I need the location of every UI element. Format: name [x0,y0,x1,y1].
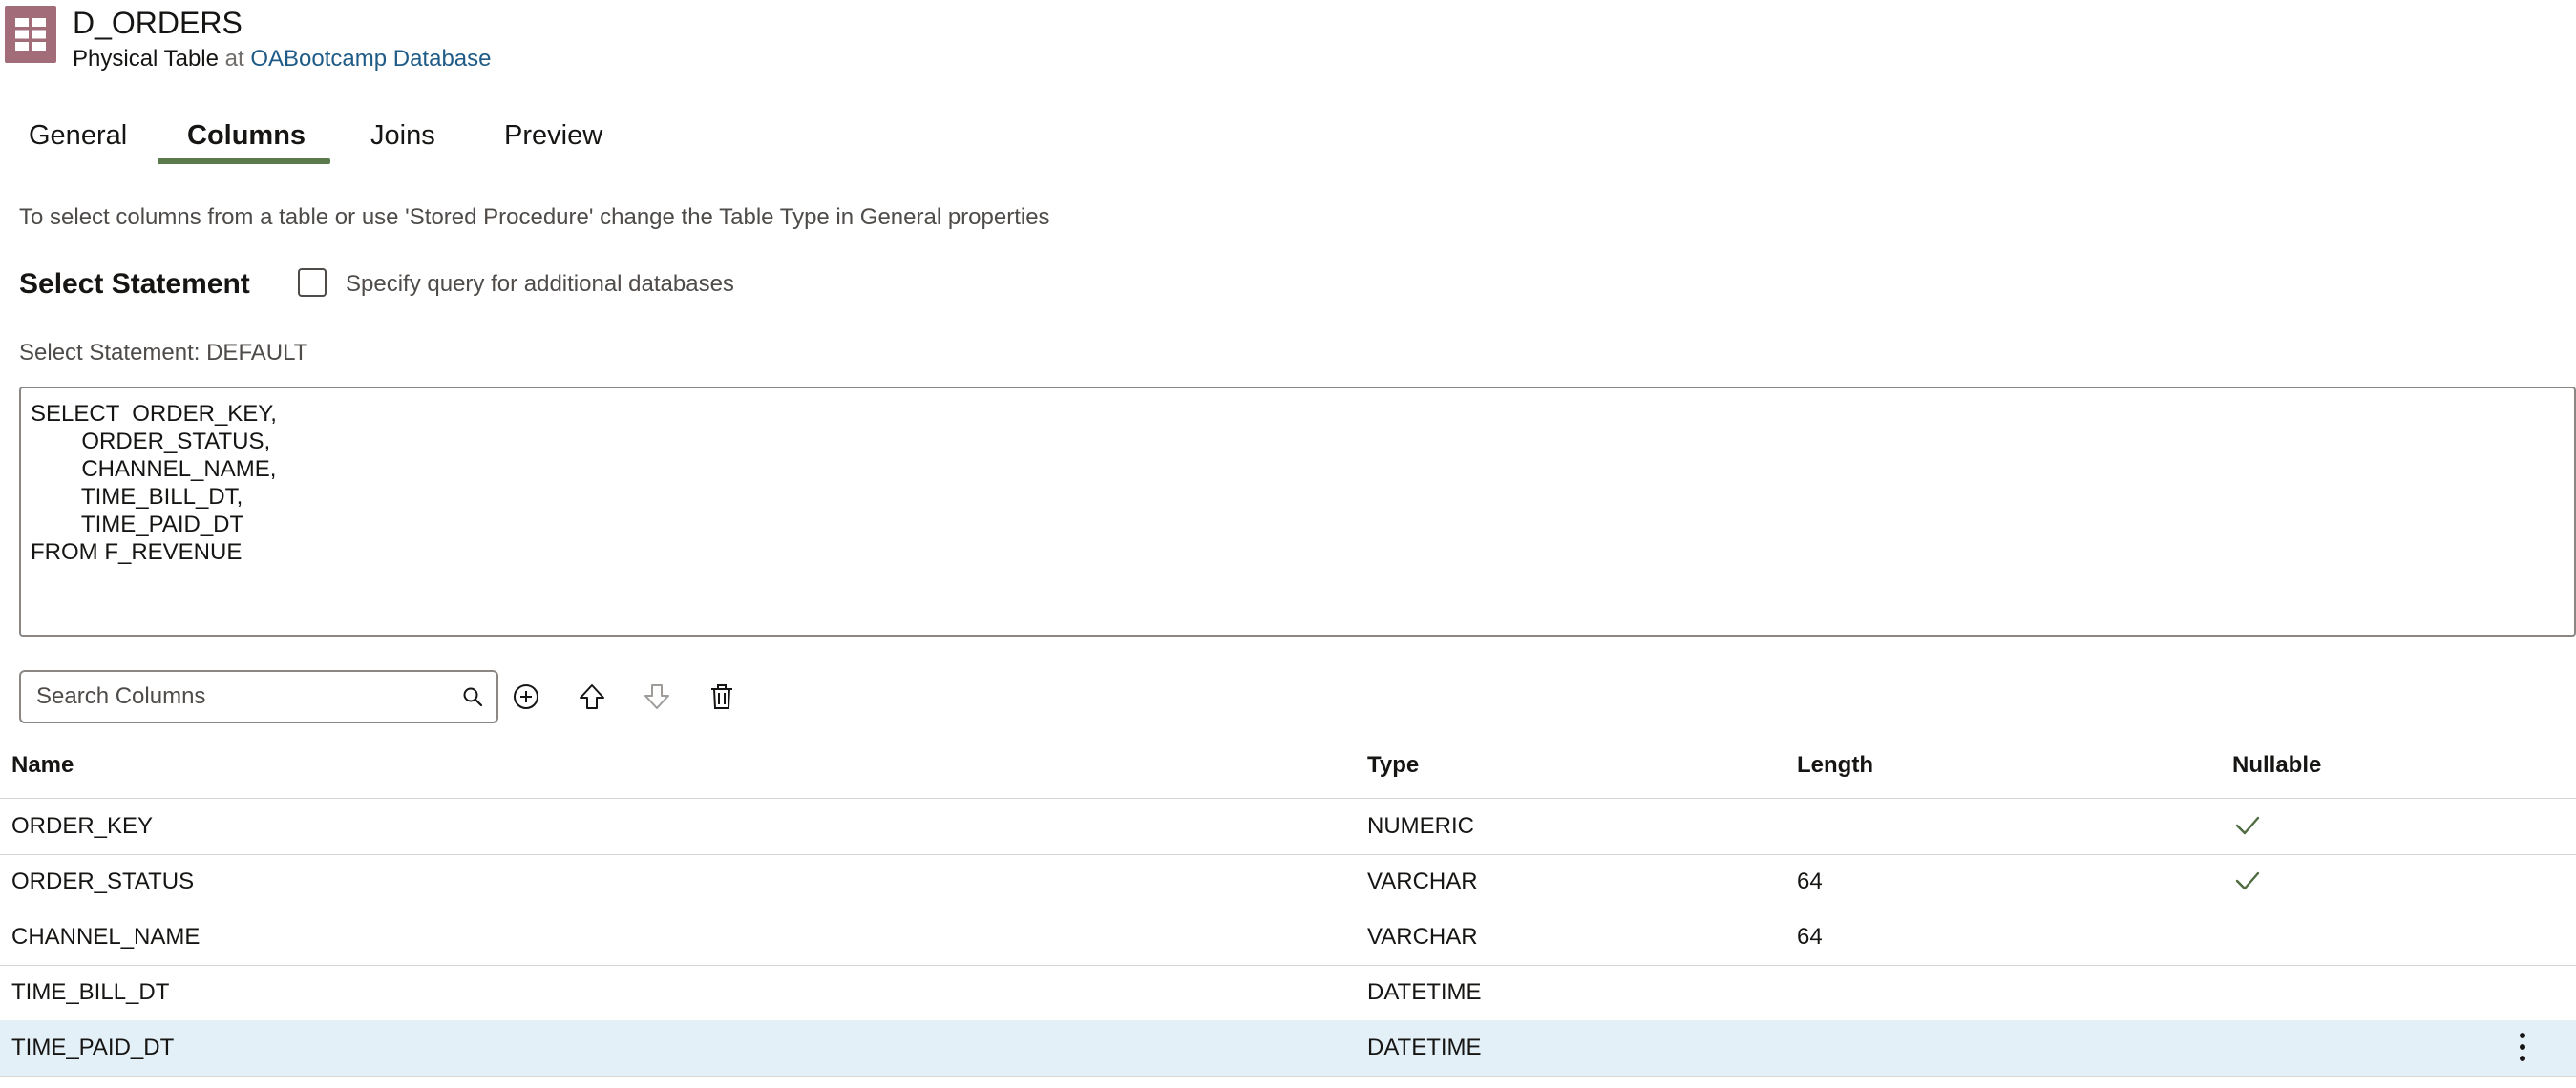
cell-type: VARCHAR [1367,868,1478,894]
column-header-nullable[interactable]: Nullable [2232,750,2321,781]
page-title: D_ORDERS [73,6,243,40]
cell-type: DATETIME [1367,1035,1482,1060]
cell-type: NUMERIC [1367,813,1474,839]
tab-joins[interactable]: Joins [370,116,435,155]
select-statement-heading: Select Statement [19,268,250,300]
sql-editor[interactable]: SELECT ORDER_KEY, ORDER_STATUS, CHANNEL_… [19,387,2576,637]
table-row[interactable]: ORDER_STATUS VARCHAR 64 [0,854,2576,910]
cell-type: VARCHAR [1367,924,1478,950]
column-header-name[interactable]: Name [11,750,74,781]
tab-preview[interactable]: Preview [504,116,602,155]
additional-databases-checkbox[interactable] [298,268,327,297]
search-columns-input[interactable] [36,680,447,714]
add-circle-icon[interactable] [507,678,545,716]
cell-length: 64 [1797,924,1823,950]
table-row[interactable]: TIME_BILL_DT DATETIME [0,965,2576,1021]
delete-icon[interactable] [703,678,741,716]
column-header-type[interactable]: Type [1367,750,1419,781]
nullable-check-icon [2234,869,2261,901]
row-actions-menu-icon[interactable] [2511,1030,2534,1064]
page-subtitle: Physical Table at OABootcamp Database [73,44,491,74]
table-row-selected[interactable]: TIME_PAID_DT DATETIME [0,1020,2576,1077]
cell-length: 64 [1797,868,1823,894]
subtitle-connector: at [224,46,244,72]
active-tab-indicator [158,158,330,164]
column-header-length[interactable]: Length [1797,750,1873,781]
select-statement-label: Select Statement: DEFAULT [19,340,308,366]
object-type: Physical Table [73,46,219,72]
cell-name: TIME_BILL_DT [11,979,170,1005]
search-columns-field[interactable] [19,670,498,723]
cell-name: TIME_PAID_DT [11,1035,175,1060]
additional-databases-label[interactable]: Specify query for additional databases [346,269,734,300]
search-icon[interactable] [462,686,483,712]
table-grid-icon [5,6,56,63]
cell-name: ORDER_KEY [11,813,154,839]
tab-columns[interactable]: Columns [187,116,306,155]
tab-general[interactable]: General [29,116,127,155]
table-row[interactable]: CHANNEL_NAME VARCHAR 64 [0,910,2576,966]
cell-type: DATETIME [1367,979,1482,1005]
cell-name: ORDER_STATUS [11,868,195,894]
database-link[interactable]: OABootcamp Database [250,46,491,72]
move-up-icon[interactable] [573,678,611,716]
table-type-info: To select columns from a table or use 'S… [19,204,1050,230]
move-down-icon[interactable] [638,678,676,716]
nullable-check-icon [2234,814,2261,846]
cell-name: CHANNEL_NAME [11,924,201,950]
table-row[interactable]: ORDER_KEY NUMERIC [0,799,2576,855]
